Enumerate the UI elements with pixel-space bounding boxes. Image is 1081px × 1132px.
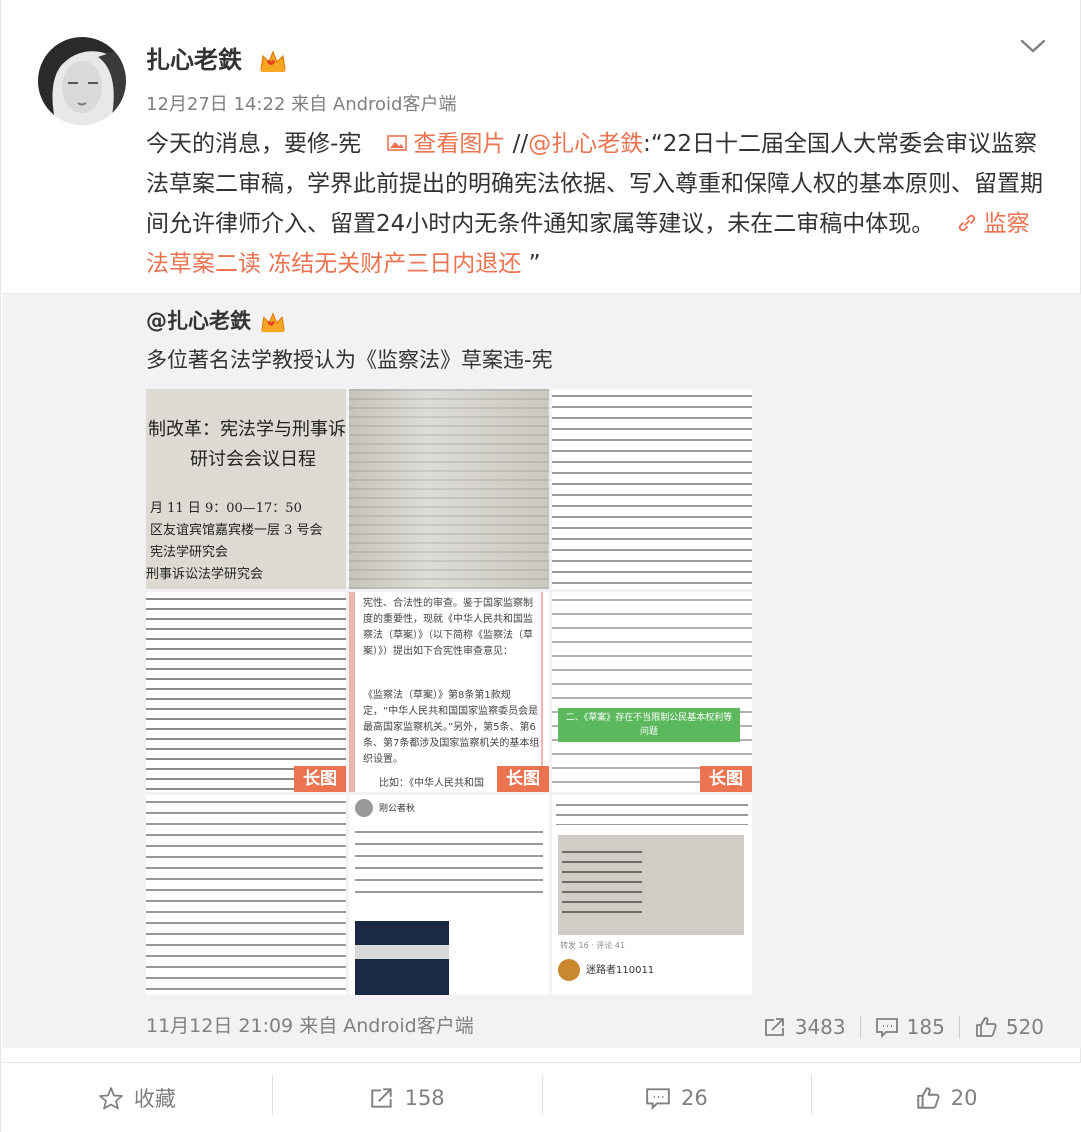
thumb-text: 《监察法（草案）》第8条第1款规定，“中华人民共和国国家监察委员会是最高国家监察… xyxy=(363,690,540,765)
image-thumbnail[interactable]: 宪性、合法性的审查。鉴于国家监察制度的重要性，现就《中华人民共和国监察法（草案）… xyxy=(349,592,549,792)
favorite-button[interactable]: 收藏 xyxy=(2,1063,272,1132)
post-tail: ” xyxy=(521,251,541,277)
quoted-like-button[interactable]: 520 xyxy=(974,1015,1044,1039)
divider xyxy=(958,1016,960,1038)
comment-button[interactable]: 26 xyxy=(541,1063,812,1132)
action-bar: 收藏 158 26 20 xyxy=(2,1062,1081,1132)
comment-icon xyxy=(875,1018,898,1038)
thumb-text: 月 11 日 9：00—17：50 xyxy=(150,501,302,516)
image-grid: 制改革：宪法学与刑事诉 研讨会会议日程 月 11 日 9：00—17：50 区友… xyxy=(146,389,752,996)
quoted-author[interactable]: @扎心老鉄 xyxy=(146,305,251,337)
thumb-text: 宪性、合法性的审查。鉴于国家监察制度的重要性，现就《中华人民共和国监察法（草案）… xyxy=(363,598,533,657)
quoted-meta: 11月12日 21:09 来自 Android客户端 xyxy=(146,1012,474,1040)
repost-count: 158 xyxy=(404,1085,445,1110)
image-icon xyxy=(387,134,408,151)
quoted-comment-count: 185 xyxy=(906,1015,945,1039)
quoted-time[interactable]: 11月12日 21:09 xyxy=(146,1015,293,1037)
image-thumbnail[interactable]: 制改革：宪法学与刑事诉 研讨会会议日程 月 11 日 9：00—17：50 区友… xyxy=(146,389,346,589)
chevron-down-icon[interactable] xyxy=(1019,36,1047,56)
quoted-repost-button[interactable]: 3483 xyxy=(763,1015,846,1039)
long-image-tag: 长图 xyxy=(294,766,346,792)
repost-separator: // xyxy=(512,131,529,157)
repost-icon xyxy=(370,1087,392,1108)
avatar-image xyxy=(38,37,126,125)
thumb-avatar xyxy=(355,799,373,817)
source-prefix: 来自 xyxy=(299,1015,338,1037)
thumbs-up-icon xyxy=(917,1086,940,1109)
quoted-repost-count: 3483 xyxy=(794,1015,846,1039)
repost-button[interactable]: 158 xyxy=(271,1063,542,1132)
quoted-comment-button[interactable]: 185 xyxy=(875,1015,945,1039)
quoted-like-count: 520 xyxy=(1005,1015,1044,1039)
comment-icon xyxy=(646,1087,670,1110)
image-thumbnail[interactable] xyxy=(146,795,346,995)
image-thumbnail[interactable] xyxy=(552,389,752,589)
long-image-tag: 长图 xyxy=(497,766,549,792)
comment-count: 26 xyxy=(681,1085,708,1110)
author-name[interactable]: 扎心老鉄 xyxy=(146,43,242,77)
post-lead: 今天的消息，要修-宪 xyxy=(146,131,362,157)
view-image-link[interactable]: 查看图片 xyxy=(413,131,505,157)
post-meta: 12月27日 14:22 来自 Android客户端 xyxy=(146,93,456,117)
quoted-actions: 3483 185 520 xyxy=(763,1012,1044,1042)
thumb-text: 转发 16 · 评论 41 xyxy=(560,941,626,950)
thumb-text: 宪法学研究会 xyxy=(150,545,229,560)
divider xyxy=(859,1016,861,1038)
vip-crown-icon[interactable] xyxy=(258,48,288,74)
quoted-text: 多位著名法学教授认为《监察法》草案违-宪 xyxy=(146,348,553,372)
thumb-text: 比如：《中华人民共和国 xyxy=(379,778,484,789)
thumb-text: 迷路者110011 xyxy=(586,965,655,976)
post-text: 今天的消息，要修-宪 查看图片 //@扎心老鉄:“22日十二届全国人大常委会审议监… xyxy=(146,124,1046,284)
post-source[interactable]: Android客户端 xyxy=(333,94,457,115)
thumb-text: 研讨会会议日程 xyxy=(190,449,316,470)
thumb-text: 刑事诉讼法学研究会 xyxy=(146,567,264,582)
favorite-label: 收藏 xyxy=(133,1086,176,1111)
thumb-text: 刚公者秋 xyxy=(379,804,416,814)
mention-link[interactable]: @扎心老鉄 xyxy=(528,131,643,157)
source-prefix: 来自 xyxy=(291,94,328,115)
thumb-text: 区友谊宾馆嘉宾楼一层 3 号会 xyxy=(150,523,323,538)
image-thumbnail[interactable]: 转发 16 · 评论 41 迷路者110011 xyxy=(552,795,752,995)
image-thumbnail[interactable]: 长图 xyxy=(146,592,346,792)
weibo-card: 扎心老鉄 12月27日 14:22 来自 Android客户端 今天的消息，要修… xyxy=(0,0,1081,1132)
thumb-text: 制改革：宪法学与刑事诉 xyxy=(148,419,346,440)
like-count: 20 xyxy=(950,1085,978,1110)
image-thumbnail[interactable]: 二、《草案》存在不当限制公民基本权利等问题 长图 xyxy=(552,592,752,792)
image-thumbnail[interactable]: 刚公者秋 xyxy=(349,795,549,995)
image-thumbnail[interactable] xyxy=(349,389,549,589)
repost-icon xyxy=(764,1018,784,1036)
vip-crown-icon[interactable] xyxy=(259,310,287,334)
like-button[interactable]: 20 xyxy=(811,1063,1081,1132)
long-image-tag: 长图 xyxy=(700,766,752,792)
quoted-source[interactable]: Android客户端 xyxy=(343,1015,473,1037)
thumb-highlight: 二、《草案》存在不当限制公民基本权利等问题 xyxy=(558,708,740,742)
star-icon xyxy=(99,1086,123,1109)
avatar[interactable] xyxy=(38,37,126,125)
thumbs-up-icon xyxy=(975,1017,997,1037)
post-time[interactable]: 12月27日 14:22 xyxy=(146,94,285,115)
thumb-avatar xyxy=(558,959,580,981)
link-chain-icon xyxy=(958,214,975,231)
